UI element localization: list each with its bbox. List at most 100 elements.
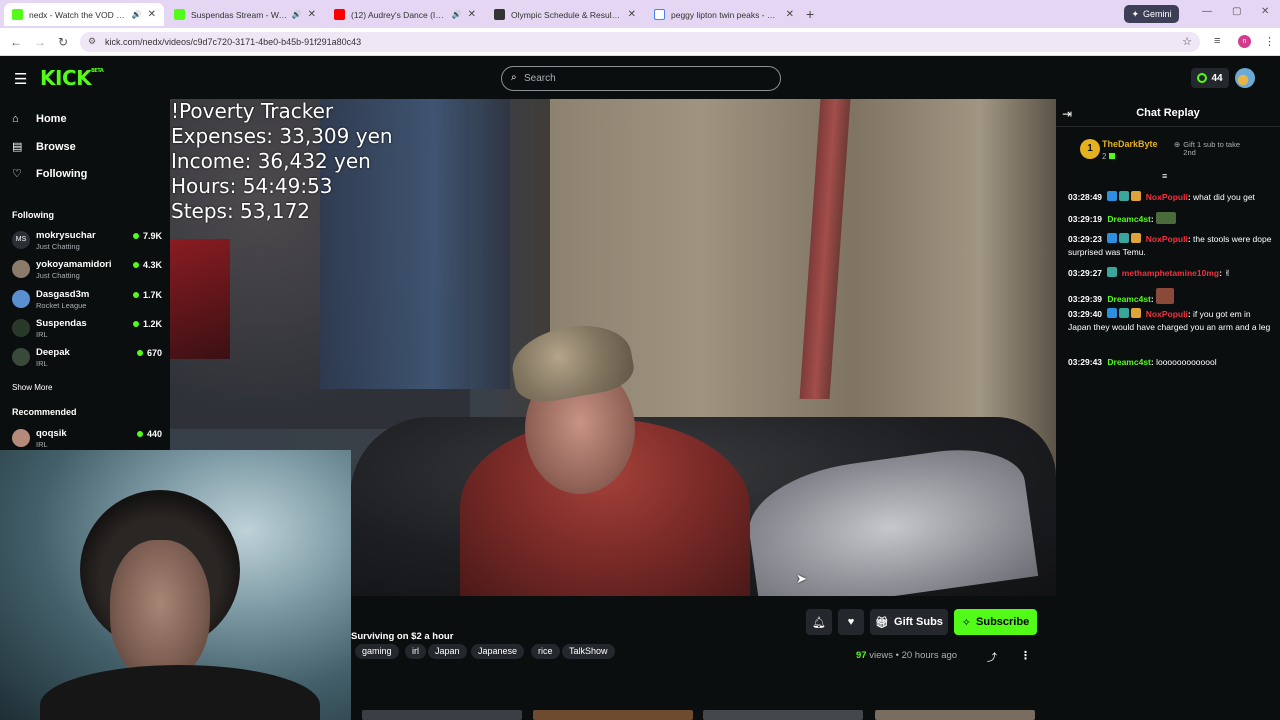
video-scene-curtain (170, 239, 230, 359)
channel-avatar (12, 348, 30, 366)
chat-username[interactable]: NoxPopuli (1146, 309, 1188, 319)
close-tab-icon[interactable]: ✕ (786, 9, 794, 20)
subscribe-button[interactable]: ✧ Subscribe (954, 609, 1037, 635)
new-tab-icon[interactable]: + (806, 6, 814, 22)
tag-chip[interactable]: irl (405, 644, 426, 659)
points-count: 44 (1211, 72, 1223, 84)
tab-title: Olympic Schedule & Results | N (511, 9, 622, 20)
search-input[interactable]: ⌕ Search (501, 66, 781, 91)
youtube-favicon-icon (334, 9, 345, 20)
channel-name: Dasgasd3m (36, 289, 90, 300)
share-icon[interactable]: ⤴ (987, 649, 997, 664)
followed-channel[interactable]: Deepak IRL 670 (12, 345, 162, 373)
chat-username[interactable]: Dreamc4st (1107, 357, 1150, 367)
heart-icon: ♥ (847, 616, 855, 628)
reload-icon[interactable]: ↻ (58, 35, 68, 49)
webcam-overlay (0, 450, 351, 720)
close-window-icon[interactable]: ✕ (1261, 6, 1269, 17)
views-label: views (869, 650, 893, 661)
user-avatar[interactable] (1235, 68, 1255, 88)
gemini-button[interactable]: ✦ Gemini (1124, 5, 1179, 23)
kick-points-button[interactable]: 44 (1191, 68, 1229, 88)
video-thumbnail[interactable] (362, 710, 522, 720)
notification-bell-button[interactable]: 🔔︎ (806, 609, 832, 635)
sidebar-item-home[interactable]: ⌂ Home (12, 113, 67, 125)
browser-tab-4[interactable]: Olympic Schedule & Results | N ✕ (486, 3, 644, 26)
top-gifter-name[interactable]: TheDarkByte (1102, 139, 1158, 149)
profile-avatar[interactable]: n (1238, 35, 1251, 48)
gifter-rank-badge: 1 (1080, 139, 1100, 159)
google-favicon-icon (654, 9, 665, 20)
close-tab-icon[interactable]: ✕ (628, 9, 636, 20)
gift-cta[interactable]: ⊕ Gift 1 sub to take 2nd (1174, 141, 1254, 157)
forward-icon[interactable]: → (34, 35, 46, 49)
sidebar-item-following[interactable]: ♡ Following (12, 167, 88, 181)
pinned-expand-icon[interactable]: ≡ (1162, 171, 1167, 181)
live-dot-icon (136, 350, 143, 356)
browser-tab-3[interactable]: (12) Audrey's Dance (Instru 🔊 ✕ (326, 3, 484, 26)
chat-username[interactable]: NoxPopuli (1146, 192, 1188, 202)
tag-chip[interactable]: gaming (355, 644, 399, 659)
subscriber-badge-icon (1107, 308, 1118, 318)
message-timestamp: 03:29:40 (1068, 309, 1103, 319)
webcam-person (110, 540, 210, 680)
tag-chip[interactable]: TalkShow (562, 644, 615, 659)
browser-tab-strip: nedx - Watch the VOD on K 🔊 ✕ Suspendas … (0, 0, 1280, 28)
sidebar-item-label: Following (36, 167, 88, 180)
following-heading: Following (12, 210, 54, 220)
back-icon[interactable]: ← (10, 35, 22, 49)
viewer-count-value: 7.9K (142, 231, 162, 241)
bookmark-star-icon[interactable]: ☆ (1182, 35, 1192, 48)
video-thumbnail[interactable] (875, 710, 1035, 720)
speaker-icon[interactable]: 🔊 (292, 10, 302, 19)
url-field[interactable]: ⚙ kick.com/nedx/videos/c9d7c720-3171-4be… (80, 32, 1200, 52)
browser-tab-1[interactable]: nedx - Watch the VOD on K 🔊 ✕ (4, 3, 164, 26)
heart-icon: ♡ (12, 168, 22, 180)
video-thumbnail[interactable] (703, 710, 863, 720)
reading-list-icon[interactable]: ≡ (1214, 35, 1220, 47)
close-tab-icon[interactable]: ✕ (308, 9, 316, 20)
menu-kebab-icon[interactable]: ⋮ (1264, 35, 1275, 48)
more-options-icon[interactable]: ⋮ (1020, 649, 1031, 662)
close-tab-icon[interactable]: ✕ (148, 9, 156, 20)
browser-tab-2[interactable]: Suspendas Stream - Watch Live 🔊 ✕ (166, 3, 324, 26)
followed-channel[interactable]: Dasgasd3m Rocket League 1.7K (12, 287, 162, 315)
chat-username[interactable]: NoxPopuli (1146, 234, 1188, 244)
followed-channel[interactable]: Suspendas IRL 1.2K (12, 316, 162, 344)
channel-avatar (12, 429, 30, 447)
tag-chip[interactable]: Japanese (471, 644, 525, 659)
followed-channel[interactable]: MS mokrysuchar Just Chatting 7.9K (12, 228, 162, 256)
speaker-icon[interactable]: 🔊 (452, 10, 462, 19)
show-more-link[interactable]: Show More (12, 383, 52, 392)
kick-logo[interactable]: KICKBETA (40, 66, 104, 90)
logo-text: KICK (40, 66, 92, 90)
viewer-count: 440 (136, 429, 162, 439)
og-badge-icon (1119, 191, 1130, 201)
viewer-count: 1.7K (132, 290, 162, 300)
tag-chip[interactable]: rice (531, 644, 560, 659)
address-bar-row: ← → ↻ ⚙ kick.com/nedx/videos/c9d7c720-31… (0, 28, 1280, 56)
follow-button[interactable]: ♥ (838, 609, 864, 635)
tag-chip[interactable]: Japan (428, 644, 467, 659)
hamburger-menu-icon[interactable]: ☰ (14, 70, 27, 88)
og-badge-icon (1119, 233, 1130, 243)
emote-icon: ✌ (1224, 268, 1232, 278)
followed-channel[interactable]: yokoyamamidori Just Chatting 4.3K (12, 257, 162, 285)
views-count: 97 (856, 650, 867, 661)
video-thumbnail[interactable] (533, 710, 693, 720)
speaker-icon[interactable]: 🔊 (132, 10, 142, 19)
chat-username[interactable]: methamphetamine10mg (1122, 268, 1219, 278)
viewer-count-value: 670 (146, 348, 162, 358)
browser-tab-5[interactable]: peggy lipton twin peaks - Goog ✕ (646, 3, 802, 26)
minimize-icon[interactable]: — (1202, 6, 1212, 17)
chat-username[interactable]: Dreamc4st (1107, 214, 1150, 224)
maximize-icon[interactable]: ▢ (1232, 6, 1241, 17)
browse-icon: ▤ (12, 141, 23, 153)
channel-avatar (12, 290, 30, 308)
chat-username[interactable]: Dreamc4st (1107, 294, 1150, 304)
sidebar-item-browse[interactable]: ▤ Browse (12, 140, 76, 154)
gift-subs-button[interactable]: 🎁︎ Gift Subs (870, 609, 948, 635)
chat-message: 03:29:23 NoxPopuli: the stools were dope… (1068, 233, 1272, 257)
close-tab-icon[interactable]: ✕ (468, 9, 476, 20)
site-info-icon[interactable]: ⚙ (88, 36, 96, 47)
